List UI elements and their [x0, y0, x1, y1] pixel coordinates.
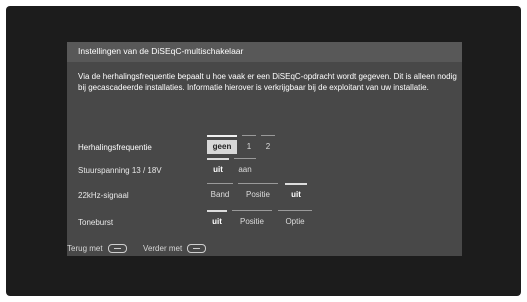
option-uit[interactable]: uit [207, 210, 227, 229]
diseqc-settings-dialog: Instellingen van de DiSEqC-multischakela… [67, 42, 462, 256]
dialog-title-bar: Instellingen van de DiSEqC-multischakela… [67, 42, 462, 62]
option-2[interactable]: 2 [261, 135, 275, 154]
remote-ok-icon [187, 244, 207, 254]
dialog-footer: Terug met Verder met [67, 244, 207, 254]
row-label-stuurspanning: Stuurspanning 13 / 18V [78, 166, 162, 175]
remote-back-icon [107, 244, 127, 254]
option-uit[interactable]: uit [207, 158, 229, 177]
option-positie[interactable]: Positie [232, 210, 272, 229]
option-aan[interactable]: aan [234, 158, 256, 177]
option-geen[interactable]: geen [207, 135, 237, 154]
dialog-title: Instellingen van de DiSEqC-multischakela… [78, 46, 244, 56]
tv-screen: Instellingen van de DiSEqC-multischakela… [6, 6, 521, 296]
option-optie[interactable]: Optie [278, 210, 312, 229]
dialog-description: Via de herhalingsfrequentie bepaalt u ho… [78, 72, 457, 92]
back-label: Terug met [67, 244, 103, 253]
option-band[interactable]: Band [207, 183, 233, 202]
next-label: Verder met [143, 244, 183, 253]
row-label-herhalingsfrequentie: Herhalingsfrequentie [78, 143, 152, 152]
next-hint: Verder met [143, 244, 207, 254]
row-label-toneburst: Toneburst [78, 218, 114, 227]
option-1[interactable]: 1 [242, 135, 256, 154]
option-positie[interactable]: Positie [238, 183, 278, 202]
row-label-22khz-signaal: 22kHz-signaal [78, 191, 129, 200]
option-uit[interactable]: uit [285, 183, 307, 202]
back-hint: Terug met [67, 244, 129, 254]
